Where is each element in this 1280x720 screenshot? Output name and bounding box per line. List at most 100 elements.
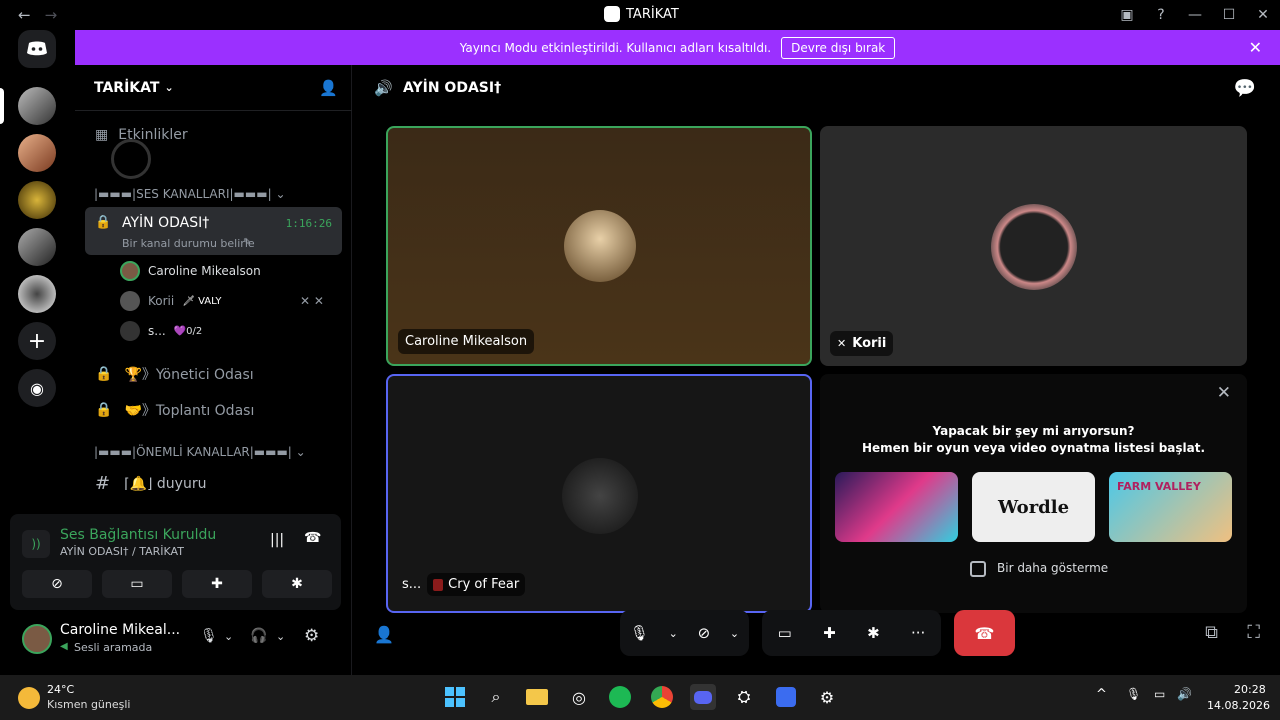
microphone-icon[interactable]: 🎙 — [630, 624, 649, 642]
suggestion-line-1: Yapacak bir şey mi arıyorsun? — [932, 424, 1135, 438]
noise-suppression-icon[interactable]: ||| — [270, 532, 284, 548]
add-server-icon[interactable]: + — [18, 322, 56, 360]
participant-name: s... Cry of Fear — [398, 568, 532, 601]
steam-icon[interactable]: ⛭ — [731, 684, 757, 710]
participant-name: Caroline Mikealson — [398, 329, 535, 354]
clock-time[interactable]: 20:28 — [1234, 683, 1266, 696]
dont-show-label[interactable]: Bir daha gösterme — [997, 561, 1108, 575]
weather-desc[interactable]: Kısmen güneşli — [47, 698, 131, 711]
search-icon[interactable]: ⌕ — [483, 684, 509, 710]
activities-icon[interactable]: ✚ — [823, 624, 836, 642]
headphones-icon[interactable]: 🎧 — [250, 628, 267, 644]
soundboard-icon[interactable]: ✱ — [867, 624, 880, 642]
guild-name: TARİKAT — [94, 79, 160, 96]
network-icon[interactable]: ▭ — [1154, 687, 1165, 701]
app-settings-icon[interactable]: ⚙ — [814, 684, 840, 710]
spotify-icon[interactable] — [607, 684, 633, 710]
weather-temp[interactable]: 24°C — [47, 683, 74, 696]
camera-off-button[interactable]: ⊘ — [22, 570, 92, 598]
media-controls: 🎙 ⌄ ⊘ ⌄ — [620, 610, 749, 656]
clock-date[interactable]: 14.08.2026 — [1207, 699, 1270, 712]
voice-connection-panel: )) Ses Bağlantısı Kuruldu AYİN ODASI† / … — [10, 514, 341, 610]
deafened-icon: ✕ ✕ — [300, 294, 324, 308]
channel-status[interactable]: Bir kanal durumu belirle — [122, 237, 255, 250]
game-card-farm[interactable]: FARM VALLEY — [1109, 472, 1232, 542]
disable-streamer-mode-button[interactable]: Devre dışı bırak — [781, 36, 896, 59]
chevron-down-icon[interactable]: ⌄ — [669, 627, 678, 640]
voice-user-1[interactable]: Caroline Mikealson — [120, 261, 261, 281]
app-blue-icon[interactable] — [773, 684, 799, 710]
add-user-icon[interactable]: 👤 — [374, 625, 394, 644]
disconnect-icon[interactable]: ☎ — [304, 530, 321, 546]
voice-user-2[interactable]: Korii 🗡 VALY — [120, 291, 222, 311]
text-channel-duyuru[interactable]: # ⌈🔔⌋ duyuru — [85, 473, 342, 494]
window-title: TARİKAT — [626, 6, 679, 22]
video-tile-s[interactable]: s... Cry of Fear — [386, 374, 812, 613]
fullscreen-icon[interactable]: ⛶ — [1247, 622, 1260, 643]
voice-user-3[interactable]: s... 💜0/2 — [120, 321, 202, 341]
user-avatar[interactable] — [22, 624, 52, 654]
inbox-icon[interactable]: ▣ — [1110, 0, 1144, 30]
microphone-icon[interactable]: 🎙 — [200, 628, 218, 644]
game-card-wordle[interactable]: Wordle — [972, 472, 1095, 542]
server-2-icon[interactable] — [18, 134, 56, 172]
user-name[interactable]: Caroline Mikeal... — [60, 622, 180, 638]
voice-channel-yonetici[interactable]: 🔒 🏆》Yönetici Odası — [85, 364, 342, 384]
server-4-icon[interactable] — [18, 228, 56, 266]
chevron-down-icon[interactable]: ⌄ — [276, 630, 285, 643]
leave-call-button[interactable]: ☎ — [954, 610, 1015, 656]
category-important[interactable]: |▬▬▬|ÖNEMLİ KANALLAR|▬▬▬| ⌄ — [94, 445, 306, 459]
video-tile-korii[interactable]: ✕ Korii — [820, 126, 1247, 366]
camera-off-icon[interactable]: ⊘ — [698, 624, 711, 642]
volume-icon[interactable]: 🔊 — [1177, 687, 1192, 701]
connection-location[interactable]: AYİN ODASI† / TARİKAT — [60, 545, 184, 558]
help-icon[interactable]: ? — [1144, 0, 1178, 30]
popout-icon[interactable]: ⧉ — [1205, 622, 1218, 643]
active-voice-channel[interactable]: 🔒 AYİN ODASI† 1:16:26 Bir kanal durumu b… — [85, 207, 342, 255]
dont-show-checkbox[interactable] — [970, 561, 986, 577]
maximize-button[interactable]: ☐ — [1212, 0, 1246, 30]
soundboard-button[interactable]: ✱ — [262, 570, 332, 598]
close-icon[interactable]: ✕ — [1217, 383, 1231, 403]
discord-home-icon[interactable] — [18, 30, 56, 68]
category-voice[interactable]: |▬▬▬|SES KANALLARI|▬▬▬| ⌄ — [94, 187, 286, 201]
discord-taskbar-icon[interactable] — [690, 684, 716, 710]
gear-icon[interactable]: ⚙ — [304, 626, 319, 646]
microphone-tray-icon[interactable]: 🎙 — [1126, 687, 1141, 701]
speaker-icon: 🔊 — [374, 79, 393, 97]
screen-share-button[interactable]: ▭ — [102, 570, 172, 598]
activities-button[interactable]: ✚ — [182, 570, 252, 598]
chevron-down-icon[interactable]: ⌄ — [730, 627, 739, 640]
windows-start-icon[interactable] — [442, 684, 468, 710]
chat-icon[interactable]: 💬 — [1234, 78, 1256, 99]
screen-share-icon[interactable]: ▭ — [778, 624, 792, 642]
pencil-icon[interactable]: ✎ — [243, 237, 251, 248]
forward-arrow-icon[interactable]: → — [45, 6, 58, 24]
server-tarikat-icon[interactable] — [18, 87, 56, 125]
video-tile-caroline[interactable]: Caroline Mikealson — [386, 126, 812, 366]
avatar — [564, 210, 636, 282]
guild-header[interactable]: TARİKAT ⌄ 👤 — [75, 65, 352, 111]
server-5-icon[interactable] — [18, 275, 56, 313]
voice-channel-toplanti[interactable]: 🔒 🤝》Toplantı Odası — [85, 400, 342, 420]
chrome-icon[interactable] — [649, 684, 675, 710]
connection-status[interactable]: Ses Bağlantısı Kuruldu — [60, 527, 216, 543]
file-explorer-icon[interactable] — [524, 684, 550, 710]
discover-icon[interactable]: ◉ — [18, 369, 56, 407]
show-hidden-icons[interactable]: ^ — [1096, 687, 1107, 702]
suggestion-line-2: Hemen bir oyun veya video oynatma listes… — [861, 441, 1206, 455]
back-arrow-icon[interactable]: ← — [18, 6, 31, 24]
minimize-button[interactable]: — — [1178, 0, 1212, 30]
channel-name: AYİN ODASI† — [122, 215, 210, 231]
game-card-1[interactable] — [835, 472, 958, 542]
windows-taskbar: 24°C Kısmen güneşli ^ 🎙 ▭ 🔊 20:28 14.08.… — [0, 675, 1280, 720]
invite-icon[interactable]: 👤 — [319, 79, 338, 97]
close-icon[interactable]: ✕ — [1249, 38, 1262, 57]
deafened-icon: ✕ — [837, 337, 847, 350]
app-icon[interactable]: ◎ — [566, 684, 592, 710]
close-window-button[interactable]: ✕ — [1246, 0, 1280, 30]
chevron-down-icon[interactable]: ⌄ — [224, 630, 233, 643]
server-3-icon[interactable] — [18, 181, 56, 219]
signal-icon[interactable]: )) — [22, 530, 50, 558]
more-icon[interactable]: ··· — [911, 624, 925, 642]
